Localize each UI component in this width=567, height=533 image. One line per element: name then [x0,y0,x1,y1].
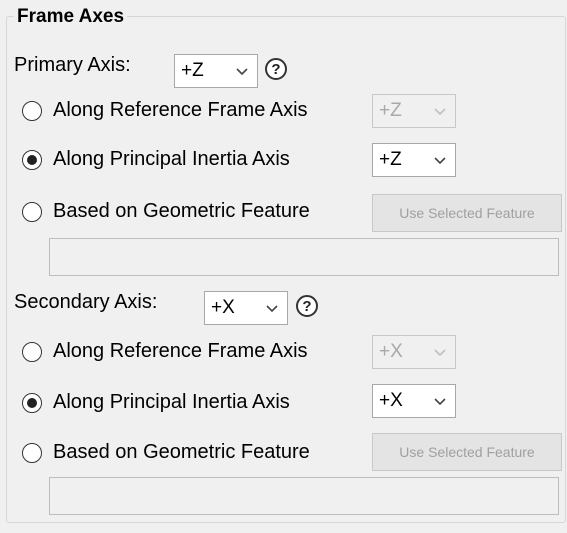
frame-axes-panel: Frame Axes Primary Axis: +Z ? Along Refe… [0,0,567,533]
primary-axis-value: +Z [181,60,204,81]
secondary-principal-radio[interactable] [22,393,42,413]
secondary-reference-label: Along Reference Frame Axis [53,340,308,362]
secondary-axis-dropdown[interactable]: +X [204,291,288,325]
primary-principal-dropdown[interactable]: +Z [372,143,456,177]
primary-use-selected-feature-button: Use Selected Feature [372,194,562,232]
secondary-feature-field[interactable] [49,477,559,515]
help-icon[interactable]: ? [296,295,318,317]
chevron-down-icon [434,108,446,116]
secondary-principal-value: +X [379,390,403,411]
primary-principal-value: +Z [379,149,402,170]
primary-principal-label: Along Principal Inertia Axis [53,148,290,170]
primary-axis-label: Primary Axis: [14,54,131,76]
primary-axis-dropdown[interactable]: +Z [174,54,258,88]
group-title: Frame Axes [14,6,128,28]
secondary-reference-value: +X [379,341,403,362]
chevron-down-icon [434,398,446,406]
secondary-use-selected-feature-button: Use Selected Feature [372,433,562,471]
secondary-principal-label: Along Principal Inertia Axis [53,391,290,413]
secondary-axis-label: Secondary Axis: [14,291,158,313]
secondary-reference-dropdown: +X [372,335,456,369]
primary-feature-field[interactable] [49,238,559,276]
primary-geometric-label: Based on Geometric Feature [53,200,310,222]
primary-reference-radio[interactable] [22,101,42,121]
chevron-down-icon [266,305,278,313]
primary-principal-radio[interactable] [22,150,42,170]
primary-reference-value: +Z [379,100,402,121]
secondary-geometric-label: Based on Geometric Feature [53,441,310,463]
chevron-down-icon [434,157,446,165]
secondary-axis-value: +X [211,297,235,318]
secondary-principal-dropdown[interactable]: +X [372,384,456,418]
primary-reference-dropdown: +Z [372,94,456,128]
chevron-down-icon [236,68,248,76]
help-icon[interactable]: ? [265,58,287,80]
secondary-reference-radio[interactable] [22,342,42,362]
chevron-down-icon [434,349,446,357]
primary-geometric-radio[interactable] [22,202,42,222]
primary-reference-label: Along Reference Frame Axis [53,99,308,121]
secondary-geometric-radio[interactable] [22,443,42,463]
